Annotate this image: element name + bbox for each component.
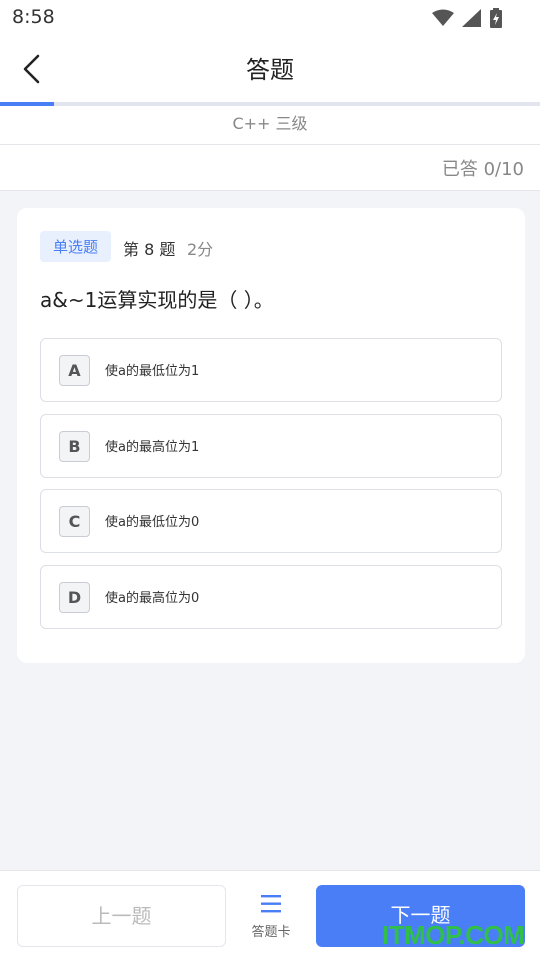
option-text: 使a的最高位为0 bbox=[105, 591, 200, 606]
option-b[interactable]: B 使a的最高位为1 bbox=[40, 414, 502, 478]
subject-label: C++ 三级 bbox=[0, 106, 540, 144]
question-card: 单选题 第 8 题 2分 a&~1运算实现的是（ ）。 A 使a的最低位为1 B… bbox=[17, 208, 525, 663]
previous-question-button[interactable]: 上一题 bbox=[17, 885, 226, 947]
option-text: 使a的最高位为1 bbox=[105, 440, 200, 455]
watermark: ITMOP.COM bbox=[382, 920, 525, 950]
option-d[interactable]: D 使a的最高位为0 bbox=[40, 565, 502, 629]
divider bbox=[0, 190, 540, 191]
option-a[interactable]: A 使a的最低位为1 bbox=[40, 338, 502, 402]
answered-count: 已答 0/10 bbox=[441, 159, 524, 180]
status-icons bbox=[432, 8, 502, 28]
option-letter: A bbox=[59, 355, 90, 386]
option-text: 使a的最低位为1 bbox=[105, 364, 200, 379]
app-bar: 答题 bbox=[0, 36, 540, 102]
answer-card-label: 答题卡 bbox=[251, 925, 291, 940]
list-icon bbox=[261, 895, 281, 913]
question-number: 第 8 题 bbox=[123, 240, 176, 259]
option-letter: D bbox=[59, 582, 90, 613]
option-c[interactable]: C 使a的最低位为0 bbox=[40, 489, 502, 553]
status-bar: 8:58 bbox=[0, 0, 540, 36]
battery-icon bbox=[490, 8, 502, 28]
status-time: 8:58 bbox=[12, 6, 55, 28]
answered-bar: 已答 0/10 bbox=[0, 145, 540, 190]
question-points: 2分 bbox=[187, 240, 214, 259]
option-letter: B bbox=[59, 431, 90, 462]
question-text: a&~1运算实现的是（ ）。 bbox=[40, 288, 274, 312]
page-title: 答题 bbox=[246, 56, 294, 84]
option-letter: C bbox=[59, 506, 90, 537]
signal-icon bbox=[462, 9, 481, 27]
option-text: 使a的最低位为0 bbox=[105, 515, 200, 530]
wifi-icon bbox=[432, 9, 454, 26]
question-type-badge: 单选题 bbox=[40, 231, 112, 262]
answer-card-button[interactable]: 答题卡 bbox=[245, 893, 297, 940]
